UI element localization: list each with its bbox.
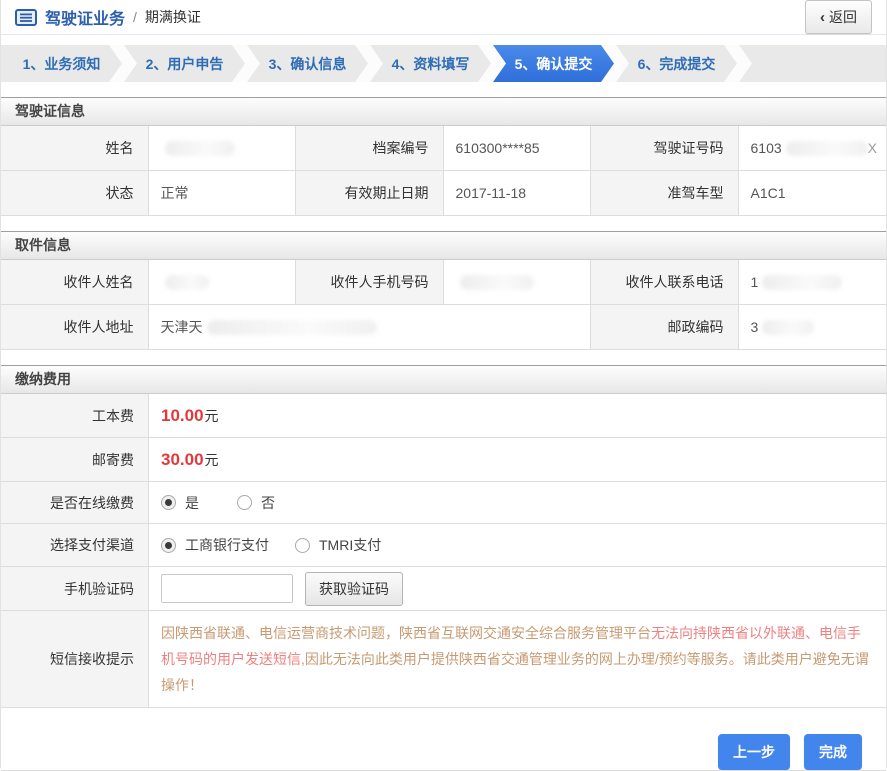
finish-button[interactable]: 完成: [804, 734, 862, 770]
radio-online-pay-yes[interactable]: 是: [161, 493, 199, 513]
post-fee-unit: 元: [204, 451, 219, 468]
radio-checked-icon[interactable]: [161, 537, 176, 553]
sms-code-input[interactable]: [161, 574, 293, 603]
radio-unchecked-icon[interactable]: [295, 537, 310, 553]
back-button[interactable]: ‹ 返回: [805, 0, 872, 34]
form-list-icon: [15, 8, 37, 26]
license-no-label: 驾驶证号码: [591, 126, 739, 171]
redacted-recipient-mobile: [459, 274, 534, 290]
recipient-mobile-label: 收件人手机号码: [296, 260, 444, 305]
sms-note-text: 因陕西省联通、电信运营商技术问题，陕西省互联网交通安全综合服务管理平台无法向持陕…: [149, 611, 886, 708]
step-4-fill-data[interactable]: 4、资料填写: [370, 45, 491, 82]
recipient-name-value: [148, 260, 296, 305]
step-wizard-filler: [739, 45, 886, 82]
recipient-name-label: 收件人姓名: [1, 260, 149, 305]
back-button-label: 返回: [829, 9, 857, 25]
sms-note-label: 短信接收提示: [1, 611, 149, 708]
pickup-info-table: 收件人姓名 收件人手机号码 收件人联系电话 1 收件人地址 天津天 邮政编码 3: [1, 260, 886, 350]
section-title-license: 驾驶证信息: [1, 98, 886, 126]
vehicle-class-label: 准驾车型: [591, 171, 739, 216]
section-license-info: 驾驶证信息 姓名 档案编号 610300****85 驾驶证号码 6103 X …: [1, 97, 886, 216]
sms-code-label: 手机验证码: [1, 567, 149, 611]
page-subtitle: 期满换证: [144, 9, 201, 25]
get-sms-code-button[interactable]: 获取验证码: [305, 571, 403, 606]
recipient-phone-value: 1: [738, 260, 886, 305]
step-3-confirm-info[interactable]: 3、确认信息: [247, 45, 368, 82]
license-no-value: 6103 X: [738, 126, 886, 171]
online-pay-label: 是否在线缴费: [1, 482, 149, 524]
fees-table: 工本费 10.00 元 邮寄费 30.00 元 是否在线缴费 是 否 选择支付渠…: [1, 394, 886, 708]
name-label: 姓名: [1, 126, 149, 171]
address-value: 天津天: [148, 305, 591, 350]
radio-channel-tmri[interactable]: TMRI支付: [295, 535, 381, 555]
radio-unchecked-icon[interactable]: [237, 495, 252, 510]
step-wizard: 1、业务须知 2、用户申告 3、确认信息 4、资料填写 5、确认提交 6、完成提…: [1, 45, 886, 82]
status-value: 正常: [148, 171, 296, 216]
step-6-finish-submit[interactable]: 6、完成提交: [616, 45, 737, 82]
chevron-left-icon: ‹: [820, 8, 825, 26]
redacted-license-no: [785, 140, 868, 156]
breadcrumb: 驾驶证业务 / 期满换证: [15, 5, 805, 29]
postcode-label: 邮政编码: [591, 305, 739, 350]
postcode-value: 3: [738, 305, 886, 350]
footer-actions: 上一步 完成: [1, 734, 886, 770]
redacted-address: [206, 319, 377, 335]
status-label: 状态: [1, 171, 149, 216]
online-pay-options: 是 否: [149, 482, 886, 524]
page-header: 驾驶证业务 / 期满换证 ‹ 返回: [1, 0, 886, 35]
section-fees: 缴纳费用 工本费 10.00 元 邮寄费 30.00 元 是否在线缴费 是 否 …: [1, 365, 886, 708]
name-value: [148, 126, 296, 171]
redacted-postcode: [762, 319, 815, 335]
address-label: 收件人地址: [1, 305, 149, 350]
radio-channel-icbc[interactable]: 工商银行支付: [161, 535, 269, 555]
recipient-phone-label: 收件人联系电话: [591, 260, 739, 305]
expiry-label: 有效期止日期: [296, 171, 444, 216]
radio-online-pay-no[interactable]: 否: [237, 493, 275, 513]
work-fee-amount: 10.00: [161, 405, 204, 425]
post-fee-value: 30.00 元: [149, 438, 886, 482]
section-title-fees: 缴纳费用: [1, 366, 886, 394]
redacted-recipient-name: [164, 274, 209, 290]
page-title: 驾驶证业务: [45, 11, 126, 28]
section-title-pickup: 取件信息: [1, 232, 886, 260]
channel-options: 工商银行支付 TMRI支付: [149, 524, 886, 567]
breadcrumb-separator: /: [133, 9, 137, 25]
sms-code-row: 获取验证码: [149, 567, 886, 611]
redacted-recipient-phone: [762, 274, 843, 290]
recipient-mobile-value: [443, 260, 591, 305]
post-fee-label: 邮寄费: [1, 438, 149, 482]
work-fee-value: 10.00 元: [149, 394, 886, 438]
step-5-confirm-submit[interactable]: 5、确认提交: [493, 45, 614, 82]
section-pickup-info: 取件信息 收件人姓名 收件人手机号码 收件人联系电话 1 收件人地址 天津天 邮…: [1, 231, 886, 350]
page: 驾驶证业务 / 期满换证 ‹ 返回 1、业务须知 2、用户申告 3、确认信息 4…: [0, 0, 887, 771]
channel-label: 选择支付渠道: [1, 524, 149, 567]
redacted-name: [164, 140, 235, 156]
radio-checked-icon[interactable]: [161, 495, 176, 510]
previous-step-button[interactable]: 上一步: [718, 734, 790, 770]
file-no-label: 档案编号: [296, 126, 444, 171]
file-no-value: 610300****85: [443, 126, 591, 171]
license-info-table: 姓名 档案编号 610300****85 驾驶证号码 6103 X 状态 正常 …: [1, 126, 886, 216]
step-1-business-notice[interactable]: 1、业务须知: [1, 45, 122, 82]
expiry-value: 2017-11-18: [443, 171, 591, 216]
vehicle-class-value: A1C1: [738, 171, 886, 216]
work-fee-label: 工本费: [1, 394, 149, 438]
step-2-user-declaration[interactable]: 2、用户申告: [124, 45, 245, 82]
work-fee-unit: 元: [204, 407, 219, 424]
post-fee-amount: 30.00: [161, 449, 204, 469]
